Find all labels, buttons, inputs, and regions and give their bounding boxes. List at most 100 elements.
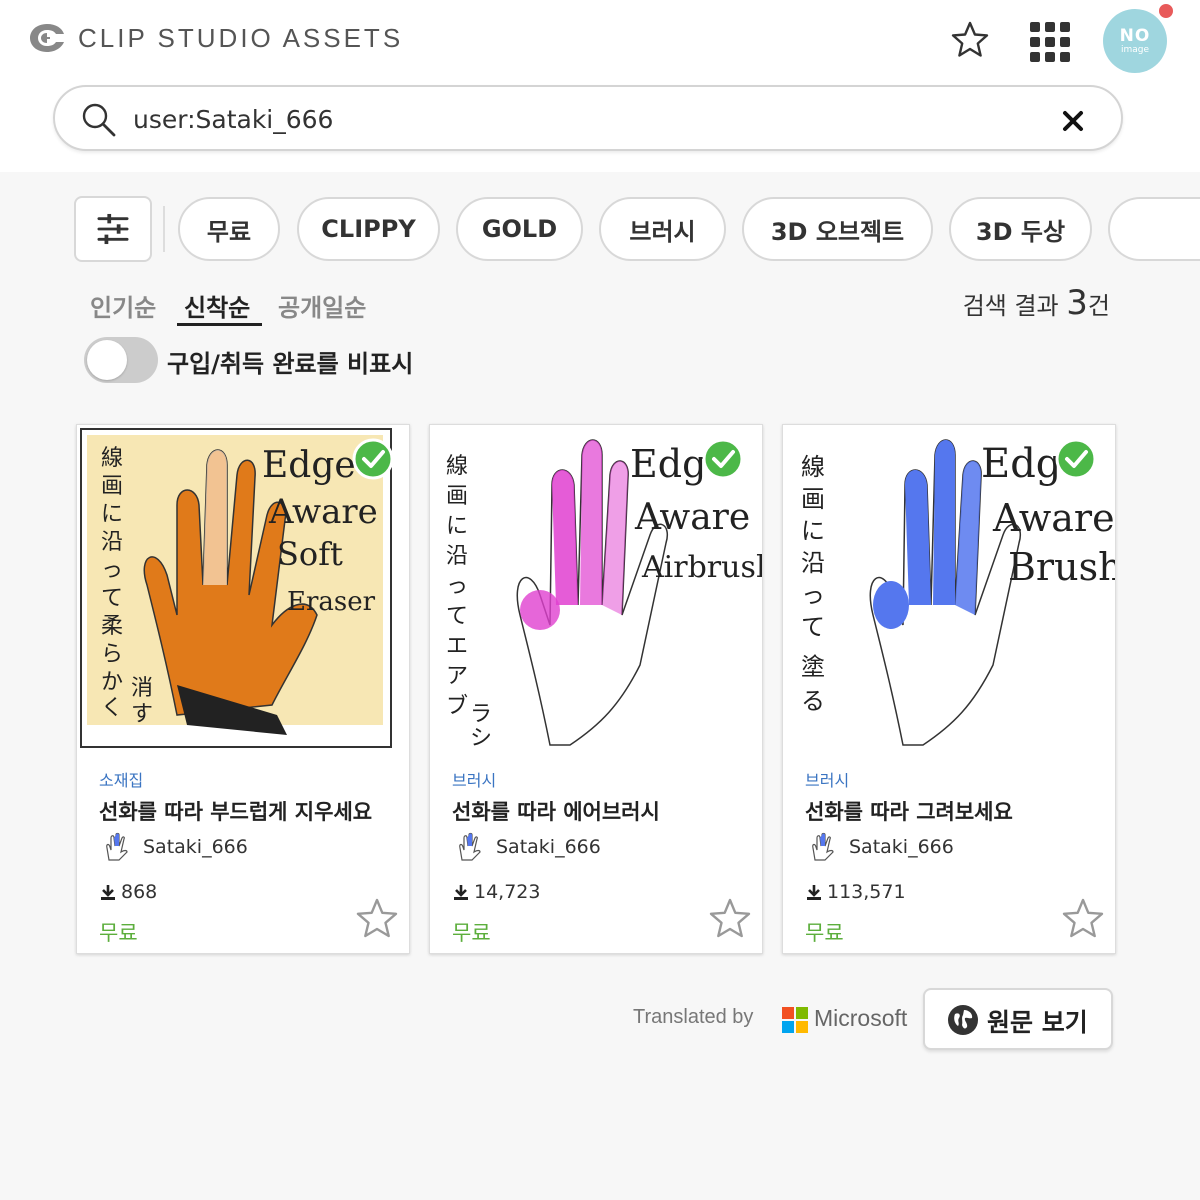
avatar-subtext: image — [1120, 45, 1150, 55]
chip-gold[interactable]: GOLD — [456, 197, 583, 261]
author-avatar[interactable] — [99, 830, 133, 864]
svg-text:て: て — [101, 586, 123, 611]
chip-3d-object[interactable]: 3D 오브젝트 — [742, 197, 933, 261]
svg-text:く: く — [101, 696, 123, 721]
close-icon[interactable] — [1061, 109, 1085, 133]
asset-title[interactable]: 선화를 따라 에어브러시 — [452, 796, 660, 826]
svg-text:Aware: Aware — [634, 497, 750, 538]
svg-text:て: て — [446, 604, 468, 629]
svg-text:画: 画 — [101, 474, 123, 499]
asset-price: 무료 — [805, 921, 844, 945]
star-icon[interactable] — [950, 20, 990, 60]
author-avatar[interactable] — [452, 830, 486, 864]
svg-text:Brush: Brush — [1008, 545, 1115, 589]
svg-text:Soft: Soft — [277, 535, 343, 573]
microsoft-logo-icon — [782, 1007, 808, 1033]
clip-studio-logo[interactable]: CLIP STUDIO ASSETS — [26, 20, 403, 56]
svg-text:に: に — [446, 514, 468, 539]
header: CLIP STUDIO ASSETS NO image — [0, 0, 1200, 172]
chip-clippy[interactable]: CLIPPY — [297, 197, 440, 261]
result-count: 검색 결과 3건 — [963, 283, 1110, 323]
download-count: 113,571 — [827, 881, 906, 903]
filter-sliders-icon — [97, 213, 129, 245]
svg-text:線: 線 — [801, 453, 825, 481]
asset-price: 무료 — [452, 921, 491, 945]
svg-text:る: る — [801, 687, 825, 715]
author-name[interactable]: Sataki_666 — [849, 836, 954, 858]
svg-text:Aware: Aware — [268, 492, 378, 532]
notification-dot — [1157, 2, 1175, 20]
svg-text:ブ: ブ — [446, 694, 468, 719]
result-count-prefix: 검색 결과 — [962, 292, 1067, 320]
svg-text:Airbrush: Airbrush — [641, 550, 762, 585]
check-icon — [352, 438, 394, 480]
svg-text:Edge: Edge — [262, 445, 356, 486]
asset-title[interactable]: 선화를 따라 그려보세요 — [805, 796, 1013, 826]
sort-tab-release-date[interactable]: 공개일순 — [278, 288, 366, 323]
asset-category: 브러시 — [805, 771, 850, 790]
chip-3d-head[interactable]: 3D 두상 — [949, 197, 1092, 261]
download-count: 14,723 — [474, 881, 541, 903]
svg-text:Aware: Aware — [992, 496, 1115, 540]
clip-studio-logo-icon — [30, 24, 64, 52]
search-input[interactable] — [133, 101, 1033, 137]
translated-by-label: Translated by — [633, 1006, 754, 1028]
sort-active-underline — [177, 323, 262, 326]
svg-text:に: に — [101, 502, 123, 527]
chip-free[interactable]: 무료 — [178, 197, 280, 261]
author-name[interactable]: Sataki_666 — [143, 836, 248, 858]
apps-grid-icon[interactable] — [1030, 22, 1070, 62]
star-icon[interactable] — [355, 897, 399, 941]
asset-category: 브러시 — [452, 771, 497, 790]
result-count-suffix: 건 — [1087, 292, 1110, 320]
star-icon[interactable] — [708, 897, 752, 941]
asset-title[interactable]: 선화를 따라 부드럽게 지우세요 — [99, 796, 372, 826]
asset-card[interactable]: Edge Aware Brush 線画に沿 って塗る 브러시 선화를 따라 그려… — [782, 424, 1116, 954]
hide-owned-toggle[interactable] — [84, 337, 158, 383]
svg-text:ら: ら — [101, 642, 123, 667]
svg-text:画: 画 — [801, 485, 825, 513]
svg-text:柔: 柔 — [101, 614, 123, 639]
microsoft-label: Microsoft — [814, 1005, 908, 1031]
view-original-button[interactable]: 원문 보기 — [923, 988, 1113, 1050]
avatar[interactable]: NO image — [1103, 9, 1167, 73]
asset-card[interactable]: Edge Aware Airbrush 線画に沿 ってエア ブラシ 브러시 선화… — [429, 424, 763, 954]
author-name[interactable]: Sataki_666 — [496, 836, 601, 858]
svg-text:沿: 沿 — [801, 549, 825, 577]
svg-text:ア: ア — [446, 664, 468, 689]
svg-text:す: す — [131, 702, 153, 727]
svg-text:画: 画 — [446, 484, 468, 509]
svg-text:沿: 沿 — [446, 544, 468, 569]
download-count: 868 — [121, 881, 158, 903]
filter-divider — [163, 206, 165, 252]
download-icon — [807, 885, 821, 900]
svg-text:っ: っ — [801, 581, 825, 609]
download-icon — [454, 885, 468, 900]
sort-tab-newest[interactable]: 신착순 — [184, 288, 250, 323]
chip-partial[interactable] — [1108, 197, 1200, 261]
asset-category: 소재집 — [99, 771, 144, 790]
globe-icon — [948, 1005, 978, 1035]
svg-text:消: 消 — [131, 676, 153, 701]
author-avatar[interactable] — [805, 830, 839, 864]
sort-tab-popular[interactable]: 인기순 — [90, 288, 156, 323]
check-icon — [1055, 438, 1097, 480]
svg-text:塗: 塗 — [801, 653, 825, 681]
filter-button[interactable] — [74, 196, 152, 262]
app-title: CLIP STUDIO ASSETS — [78, 22, 404, 53]
svg-text:エ: エ — [446, 634, 468, 659]
star-icon[interactable] — [1061, 897, 1105, 941]
svg-text:沿: 沿 — [101, 530, 123, 555]
chip-brush[interactable]: 브러시 — [599, 197, 726, 261]
result-count-number: 3 — [1066, 283, 1088, 323]
avatar-text: NO — [1119, 26, 1151, 46]
svg-text:Eraser: Eraser — [287, 587, 376, 617]
svg-text:て: て — [801, 613, 825, 641]
toggle-knob — [87, 340, 127, 380]
asset-card[interactable]: Edge Aware Soft Eraser 線画に沿 って柔ら かく 消す 소… — [76, 424, 410, 954]
search-icon — [82, 103, 116, 137]
svg-text:線: 線 — [446, 454, 468, 479]
svg-text:に: に — [801, 517, 825, 545]
hide-owned-label: 구입/취득 완료를 비표시 — [167, 350, 414, 378]
asset-price: 무료 — [99, 921, 138, 945]
